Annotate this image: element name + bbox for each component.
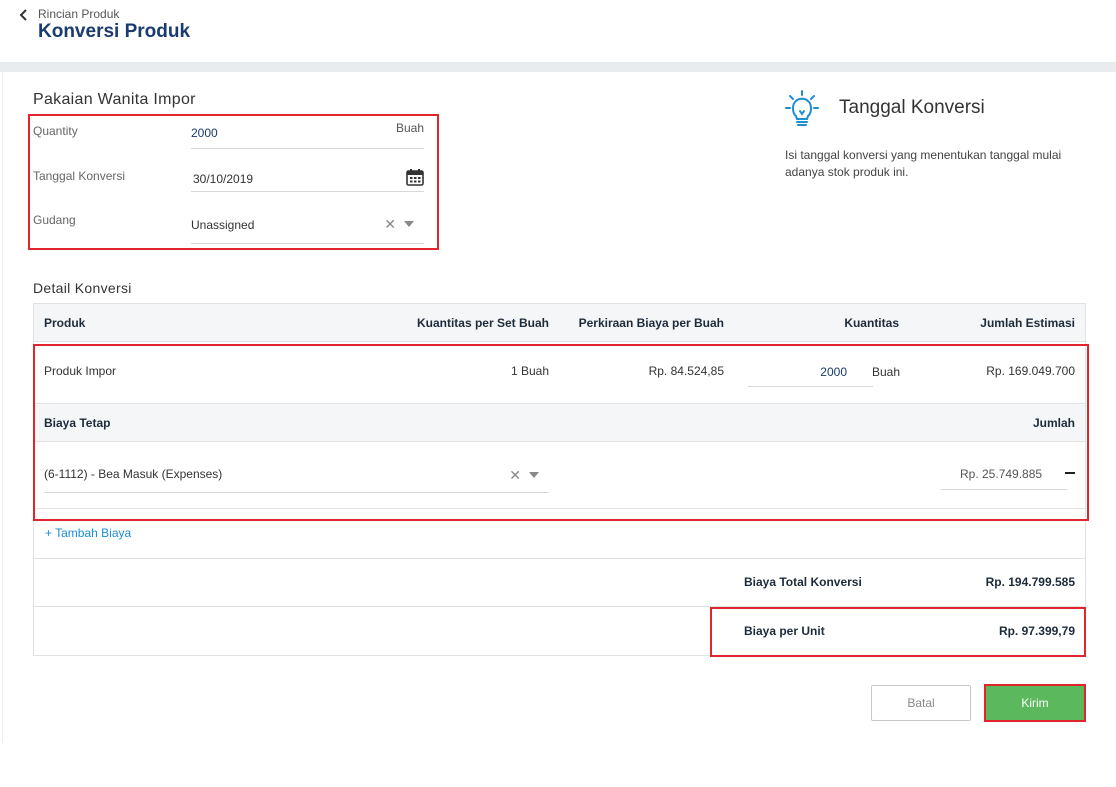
- lightbulb-icon: [785, 90, 819, 126]
- chevron-down-icon[interactable]: [404, 221, 414, 227]
- tip-text: Isi tanggal konversi yang menentukan tan…: [785, 148, 1062, 179]
- product-name: Pakaian Wanita Impor: [33, 91, 196, 108]
- calendar-icon[interactable]: [406, 168, 424, 186]
- divider: [34, 558, 1085, 559]
- date-field[interactable]: 30/10/2019: [191, 164, 424, 192]
- total-value: Rp. 194.799.585: [985, 575, 1075, 589]
- quantity-unit: Buah: [395, 121, 424, 135]
- column-header: Jumlah Estimasi: [980, 316, 1075, 330]
- column-header: Kuantitas per Set Buah: [416, 316, 549, 330]
- row-qty-value: 2000: [820, 365, 847, 379]
- row-qty-input[interactable]: 2000: [748, 355, 873, 387]
- quantity-value: 2000: [191, 126, 218, 140]
- fixed-cost-title: Biaya Tetap: [44, 416, 111, 430]
- tip-title: Tanggal Konversi: [839, 97, 985, 118]
- remove-cost-button[interactable]: [1065, 472, 1075, 474]
- expense-account-select[interactable]: (6-1112) - Bea Masuk (Expenses) ✕: [44, 459, 549, 493]
- submit-button[interactable]: Kirim: [986, 685, 1084, 721]
- per-unit-value: Rp. 97.399,79: [998, 624, 1075, 638]
- page-header: Rincian Produk Konversi Produk: [0, 0, 1116, 62]
- breadcrumb[interactable]: Rincian Produk: [38, 7, 119, 21]
- fixed-cost-amount-title: Jumlah: [1032, 416, 1075, 430]
- per-unit-label: Biaya per Unit: [744, 624, 825, 638]
- clear-icon[interactable]: ✕: [509, 468, 521, 482]
- row-qty-unit: Buah: [872, 365, 901, 379]
- divider: [34, 606, 1085, 607]
- expense-account-value: (6-1112) - Bea Masuk (Expenses): [44, 467, 223, 481]
- header-divider: [0, 62, 1116, 72]
- date-value: 30/10/2019: [193, 172, 254, 186]
- row-qty-per-set: 1 Buah: [510, 364, 549, 378]
- detail-title: Detail Konversi: [33, 280, 132, 296]
- date-label: Tanggal Konversi: [33, 169, 126, 183]
- total-label: Biaya Total Konversi: [744, 575, 862, 589]
- page-title: Konversi Produk: [38, 21, 191, 42]
- fixed-cost-header: Biaya Tetap Jumlah: [34, 403, 1085, 442]
- quantity-field[interactable]: 2000 Buah: [191, 121, 424, 149]
- cancel-button[interactable]: Batal: [871, 685, 971, 721]
- add-cost-link[interactable]: + Tambah Biaya: [45, 526, 131, 540]
- row-estimate: Rp. 169.049.700: [986, 364, 1075, 378]
- column-header: Perkiraan Biaya per Buah: [578, 316, 724, 330]
- expense-amount-input[interactable]: Rp. 25.749.885: [941, 459, 1067, 490]
- row-product: Produk Impor: [44, 364, 117, 378]
- column-header: Kuantitas: [844, 316, 899, 330]
- divider: [34, 508, 1085, 509]
- table-header: Produk Kuantitas per Set Buah Perkiraan …: [34, 304, 1085, 342]
- expense-amount-value: Rp. 25.749.885: [960, 467, 1043, 481]
- chevron-left-icon[interactable]: [17, 8, 31, 22]
- clear-icon[interactable]: ✕: [384, 217, 396, 231]
- warehouse-value: Unassigned: [191, 218, 255, 232]
- chevron-down-icon[interactable]: [529, 472, 539, 478]
- column-header: Produk: [44, 316, 86, 330]
- conversion-table: Produk Kuantitas per Set Buah Perkiraan …: [33, 303, 1086, 656]
- row-cost-per-unit: Rp. 84.524,85: [648, 364, 724, 378]
- warehouse-label: Gudang: [33, 213, 76, 227]
- quantity-label: Quantity: [33, 124, 78, 138]
- warehouse-select[interactable]: Unassigned ✕: [191, 211, 424, 244]
